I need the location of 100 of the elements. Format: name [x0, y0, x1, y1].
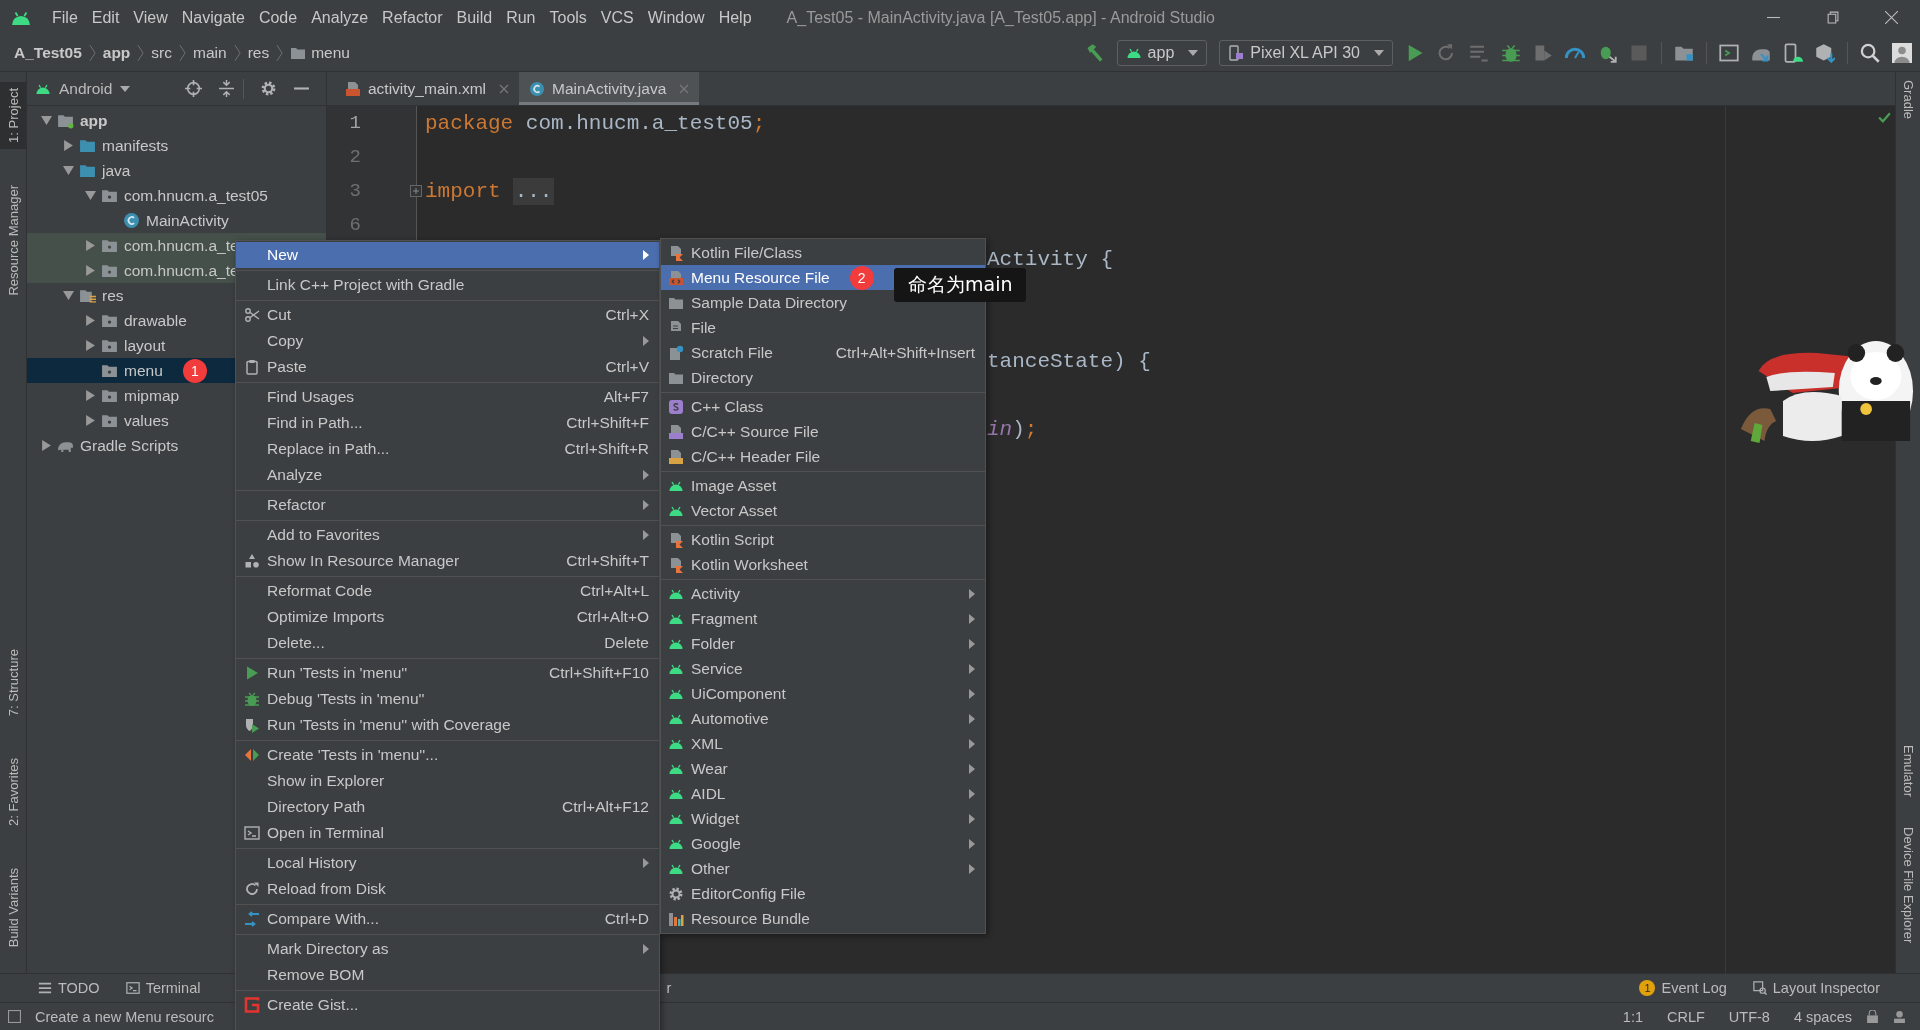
tool-window-tab[interactable]: Emulator	[1900, 744, 1916, 797]
popup-item[interactable]: Show in Explorer	[236, 768, 659, 794]
tool-window-tab[interactable]: 7: Structure	[0, 642, 26, 722]
popup-item[interactable]: Kotlin Worksheet	[661, 552, 985, 577]
popup-item[interactable]: Create Gist...	[236, 992, 659, 1018]
popup-item[interactable]: Local History	[236, 850, 659, 876]
collapsed-arrow-icon[interactable]	[84, 390, 96, 401]
tree-item[interactable]: manifests	[27, 133, 326, 158]
popup-item[interactable]: Reformat Code Ctrl+Alt+L	[236, 578, 659, 604]
popup-item[interactable]: Run 'Tests in 'menu'' with Coverage	[236, 712, 659, 738]
popup-item[interactable]: Remove BOM	[236, 962, 659, 988]
breadcrumb-item[interactable]: menu	[311, 44, 350, 62]
popup-item[interactable]: Widget	[661, 806, 985, 831]
collapsed-arrow-icon[interactable]	[84, 415, 96, 426]
popup-item[interactable]: Find in Path... Ctrl+Shift+F	[236, 410, 659, 436]
menu-bar-item[interactable]: Run	[499, 8, 543, 27]
tool-window-tab[interactable]: Resource Manager	[0, 178, 26, 302]
sdk-download-icon[interactable]	[1815, 43, 1835, 63]
popup-item[interactable]: EditorConfig File	[661, 881, 985, 906]
menu-bar-item[interactable]: Tools	[542, 8, 594, 27]
menu-bar-item[interactable]: Edit	[84, 8, 127, 27]
popup-item[interactable]: Automotive	[661, 706, 985, 731]
expanded-arrow-icon[interactable]	[62, 165, 74, 176]
tool-window-tab[interactable]: Layout Inspector	[1752, 980, 1880, 996]
menu-bar-item[interactable]: Build	[449, 8, 500, 27]
avatar-icon[interactable]	[1892, 43, 1912, 63]
popup-item[interactable]: Image Asset	[661, 473, 985, 498]
popup-item[interactable]: New	[236, 242, 659, 268]
breadcrumb-item[interactable]: main	[193, 44, 227, 62]
device-manager-icon[interactable]	[1783, 43, 1803, 63]
popup-item[interactable]: Link C++ Project with Gradle	[236, 272, 659, 298]
collapsed-arrow-icon[interactable]	[84, 240, 96, 251]
tool-window-tab[interactable]: Terminal	[125, 980, 201, 996]
tool-window-tab[interactable]: Gradle	[1900, 80, 1916, 120]
menu-bar-item[interactable]: VCS	[593, 8, 641, 27]
tree-item[interactable]: MainActivity	[27, 208, 326, 233]
menu-bar-item[interactable]: Window	[640, 8, 712, 27]
tool-window-tab[interactable]: 2: Favorites	[0, 751, 26, 832]
popup-item[interactable]: Find Usages Alt+F7	[236, 384, 659, 410]
breadcrumb-item[interactable]: src	[151, 44, 172, 62]
popup-item[interactable]: Kotlin Script	[661, 527, 985, 552]
configuration-dropdown[interactable]: app	[1116, 40, 1208, 66]
collapsed-arrow-icon[interactable]	[40, 440, 52, 451]
popup-item[interactable]: Open in Terminal	[236, 820, 659, 846]
popup-item[interactable]: Resource Bundle	[661, 906, 985, 931]
editor-tab[interactable]: MainActivity.java	[519, 72, 700, 105]
popup-item[interactable]: Folder	[661, 631, 985, 656]
popup-item[interactable]: Other	[661, 856, 985, 881]
popup-item[interactable]: Refactor	[236, 492, 659, 518]
device-dropdown[interactable]: Pixel XL API 30	[1219, 40, 1393, 66]
popup-item[interactable]: AIDL	[661, 781, 985, 806]
tree-item[interactable]: app	[27, 108, 326, 133]
popup-item[interactable]: File	[661, 315, 985, 340]
panel-toggle-icon[interactable]	[8, 1010, 21, 1023]
tool-window-tab[interactable]: 1: Project	[0, 82, 26, 149]
popup-item[interactable]: UiComponent	[661, 681, 985, 706]
popup-item[interactable]: Cut Ctrl+X	[236, 302, 659, 328]
status-item[interactable]: 1:1	[1622, 1008, 1643, 1025]
lock-icon[interactable]	[1866, 1010, 1879, 1023]
menu-bar-item[interactable]: File	[45, 8, 85, 27]
popup-item[interactable]: Optimize Imports Ctrl+Alt+O	[236, 604, 659, 630]
popup-item[interactable]: Create 'Tests in 'menu''...	[236, 742, 659, 768]
collapsed-arrow-icon[interactable]	[84, 265, 96, 276]
tool-window-tab[interactable]: TODO	[38, 980, 100, 996]
popup-item[interactable]: Analyze	[236, 462, 659, 488]
settings-icon[interactable]	[260, 80, 277, 97]
popup-item[interactable]: Directory Path Ctrl+Alt+F12	[236, 794, 659, 820]
bug-icon[interactable]	[1501, 43, 1521, 63]
popup-item[interactable]: Delete... Delete	[236, 630, 659, 656]
collapsed-arrow-icon[interactable]	[84, 340, 96, 351]
collapsed-arrow-icon[interactable]	[62, 140, 74, 151]
popup-item[interactable]: Copy	[236, 328, 659, 354]
popup-item[interactable]: Vector Asset	[661, 498, 985, 523]
popup-item[interactable]: Kotlin File/Class	[661, 240, 985, 265]
menu-bar-item[interactable]: Code	[251, 8, 305, 27]
popup-item[interactable]: Debug 'Tests in 'menu''	[236, 686, 659, 712]
tool-window-tab[interactable]: Device File Explorer	[1900, 826, 1916, 943]
menu-bar-item[interactable]: Help	[711, 8, 759, 27]
popup-item[interactable]: Replace in Path... Ctrl+Shift+R	[236, 436, 659, 462]
restore-icon[interactable]	[1826, 11, 1839, 24]
breadcrumb-item[interactable]: app	[102, 44, 131, 62]
popup-item[interactable]: C/C++ Header File	[661, 444, 985, 469]
popup-item[interactable]: Reload from Disk	[236, 876, 659, 902]
popup-item[interactable]: Wear	[661, 756, 985, 781]
expanded-arrow-icon[interactable]	[84, 190, 96, 201]
breadcrumb-item[interactable]: res	[247, 44, 270, 62]
menu-bar-item[interactable]: Refactor	[375, 8, 450, 27]
breadcrumb-item[interactable]: A_Test05	[14, 44, 82, 62]
view-dropdown[interactable]: Android	[59, 79, 169, 98]
popup-item[interactable]: Fragment	[661, 606, 985, 631]
popup-item[interactable]: C++ Class	[661, 394, 985, 419]
popup-item[interactable]: Service	[661, 656, 985, 681]
expanded-arrow-icon[interactable]	[62, 290, 74, 301]
close-icon[interactable]	[1885, 11, 1898, 24]
tool-window-tab[interactable]: r	[666, 980, 672, 996]
popup-item[interactable]: Directory	[661, 365, 985, 390]
search-icon[interactable]	[1860, 43, 1880, 63]
fold-icon[interactable]	[410, 185, 422, 197]
tree-item[interactable]: com.hnucm.a_test05	[27, 183, 326, 208]
popup-item[interactable]: XML	[661, 731, 985, 756]
